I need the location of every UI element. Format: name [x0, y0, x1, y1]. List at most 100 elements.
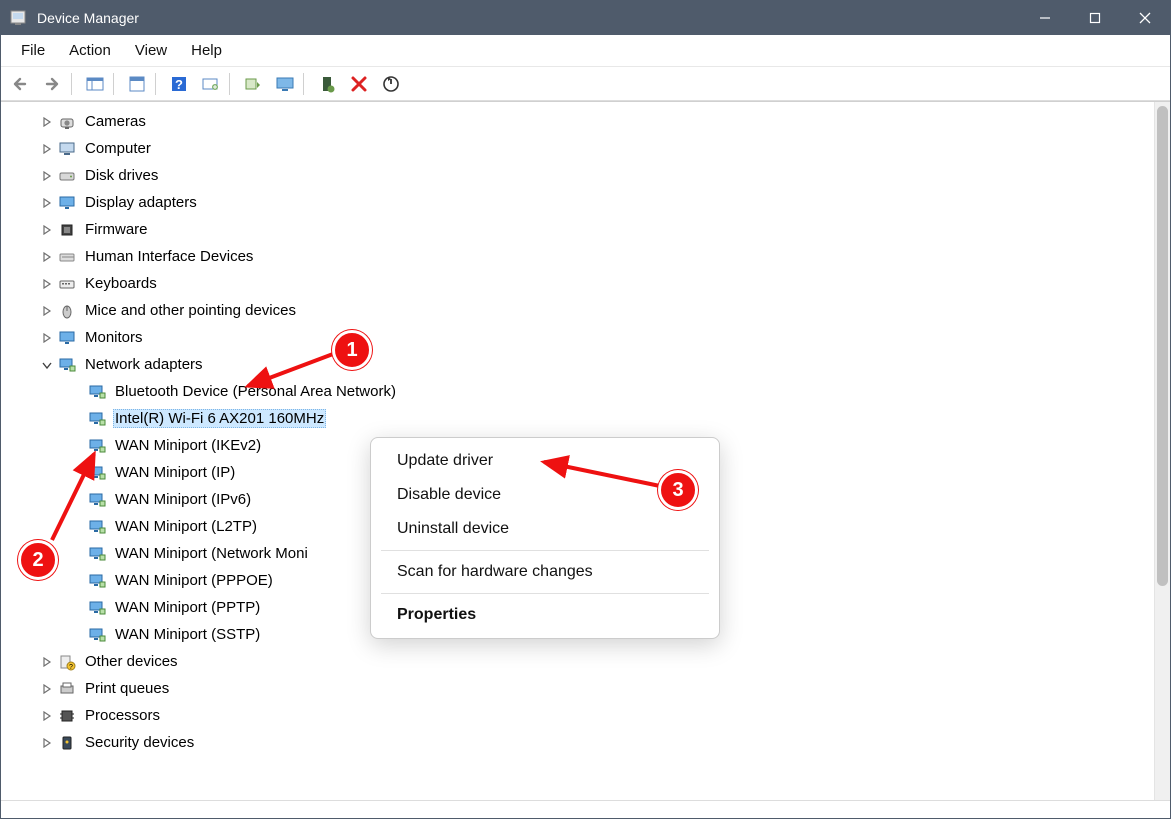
- chevron-right-icon[interactable]: [39, 330, 55, 346]
- net-icon: [87, 544, 107, 564]
- tree-node-label: WAN Miniport (IKEv2): [113, 436, 263, 455]
- annotation-arrow-2: [46, 446, 106, 546]
- chevron-right-icon[interactable]: [39, 249, 55, 265]
- net-icon: [87, 625, 107, 645]
- tree-node[interactable]: ? Other devices: [11, 648, 1154, 675]
- scan-button[interactable]: [196, 70, 226, 98]
- tree-node-label: Other devices: [83, 652, 180, 671]
- tree-node[interactable]: Network adapters: [11, 351, 1154, 378]
- tree-node-label: WAN Miniport (Network Moni: [113, 544, 310, 563]
- tree-node-label: WAN Miniport (IPv6): [113, 490, 253, 509]
- context-menu-separator: [381, 550, 709, 551]
- chevron-right-icon[interactable]: [39, 141, 55, 157]
- chevron-right-icon[interactable]: [39, 222, 55, 238]
- tree-node-label: Monitors: [83, 328, 145, 347]
- camera-icon: [57, 112, 77, 132]
- tree-node[interactable]: Human Interface Devices: [11, 243, 1154, 270]
- chevron-right-icon[interactable]: [39, 681, 55, 697]
- tree-node-label: WAN Miniport (PPTP): [113, 598, 262, 617]
- tree-node-label: WAN Miniport (IP): [113, 463, 237, 482]
- menu-view[interactable]: View: [123, 38, 179, 63]
- scrollbar-thumb[interactable]: [1157, 106, 1168, 586]
- chevron-right-icon[interactable]: [39, 735, 55, 751]
- tree-node-label: Cameras: [83, 112, 148, 131]
- monitor-icon: [57, 328, 77, 348]
- tree-node[interactable]: Bluetooth Device (Personal Area Network): [11, 378, 1154, 405]
- update-driver-button[interactable]: [238, 70, 268, 98]
- tree-node[interactable]: Display adapters: [11, 189, 1154, 216]
- net-icon: [57, 355, 77, 375]
- tree-node[interactable]: Monitors: [11, 324, 1154, 351]
- tree-node-label: WAN Miniport (SSTP): [113, 625, 262, 644]
- annotation-arrow-1: [238, 350, 338, 395]
- toolbar-separator: [113, 73, 119, 95]
- tree-node[interactable]: Processors: [11, 702, 1154, 729]
- net-icon: [87, 409, 107, 429]
- context-menu-item[interactable]: Uninstall device: [371, 512, 719, 546]
- tree-node-label: Human Interface Devices: [83, 247, 255, 266]
- chevron-right-icon[interactable]: [39, 303, 55, 319]
- tree-node-label: WAN Miniport (L2TP): [113, 517, 259, 536]
- enable-button[interactable]: [312, 70, 342, 98]
- tree-node-label: Mice and other pointing devices: [83, 301, 298, 320]
- statusbar: [1, 800, 1170, 818]
- tree-node[interactable]: Computer: [11, 135, 1154, 162]
- properties-button[interactable]: [122, 70, 152, 98]
- show-hide-tree-button[interactable]: [80, 70, 110, 98]
- monitor-button[interactable]: [270, 70, 300, 98]
- hid-icon: [57, 247, 77, 267]
- disk-icon: [57, 166, 77, 186]
- scrollbar[interactable]: [1154, 102, 1170, 800]
- tree-node[interactable]: Keyboards: [11, 270, 1154, 297]
- maximize-button[interactable]: [1070, 1, 1120, 35]
- chevron-right-icon[interactable]: [39, 654, 55, 670]
- menu-action[interactable]: Action: [57, 38, 123, 63]
- minimize-button[interactable]: [1020, 1, 1070, 35]
- toolbar-separator: [155, 73, 161, 95]
- tree-node-label: Print queues: [83, 679, 171, 698]
- tree-node[interactable]: Print queues: [11, 675, 1154, 702]
- tree-node-label: Display adapters: [83, 193, 199, 212]
- uninstall-button[interactable]: [344, 70, 374, 98]
- tree-node[interactable]: Disk drives: [11, 162, 1154, 189]
- tree-node-label: Firmware: [83, 220, 150, 239]
- tree-node[interactable]: Mice and other pointing devices: [11, 297, 1154, 324]
- tree-node[interactable]: Intel(R) Wi-Fi 6 AX201 160MHz: [11, 405, 1154, 432]
- menu-file[interactable]: File: [9, 38, 57, 63]
- keyboard-icon: [57, 274, 77, 294]
- help-button[interactable]: ?: [164, 70, 194, 98]
- context-menu-item[interactable]: Properties: [371, 598, 719, 632]
- menu-help[interactable]: Help: [179, 38, 234, 63]
- refresh-button[interactable]: [376, 70, 406, 98]
- tree-node[interactable]: Firmware: [11, 216, 1154, 243]
- close-button[interactable]: [1120, 1, 1170, 35]
- annotation-arrow-3: [536, 454, 666, 494]
- chevron-right-icon[interactable]: [39, 276, 55, 292]
- tree-node-label: Processors: [83, 706, 162, 725]
- forward-button[interactable]: [38, 70, 68, 98]
- tree-node-label: Computer: [83, 139, 153, 158]
- chevron-right-icon[interactable]: [39, 708, 55, 724]
- printer-icon: [57, 679, 77, 699]
- tree-node-label: WAN Miniport (PPPOE): [113, 571, 275, 590]
- cpu-icon: [57, 706, 77, 726]
- tree-node-label: Intel(R) Wi-Fi 6 AX201 160MHz: [113, 409, 326, 428]
- context-menu-separator: [381, 593, 709, 594]
- chevron-down-icon[interactable]: [39, 357, 55, 373]
- chevron-right-icon[interactable]: [39, 195, 55, 211]
- context-menu-item[interactable]: Scan for hardware changes: [371, 555, 719, 589]
- device-manager-window: Device Manager File Action View Help ? C…: [0, 0, 1171, 819]
- svg-text:?: ?: [175, 77, 183, 92]
- tree-node[interactable]: Cameras: [11, 108, 1154, 135]
- toolbar-separator: [229, 73, 235, 95]
- chevron-right-icon[interactable]: [39, 168, 55, 184]
- other-icon: ?: [57, 652, 77, 672]
- toolbar-separator: [303, 73, 309, 95]
- menubar: File Action View Help: [1, 35, 1170, 67]
- net-icon: [87, 382, 107, 402]
- mouse-icon: [57, 301, 77, 321]
- tree-node-label: Network adapters: [83, 355, 205, 374]
- back-button[interactable]: [6, 70, 36, 98]
- chevron-right-icon[interactable]: [39, 114, 55, 130]
- tree-node[interactable]: Security devices: [11, 729, 1154, 756]
